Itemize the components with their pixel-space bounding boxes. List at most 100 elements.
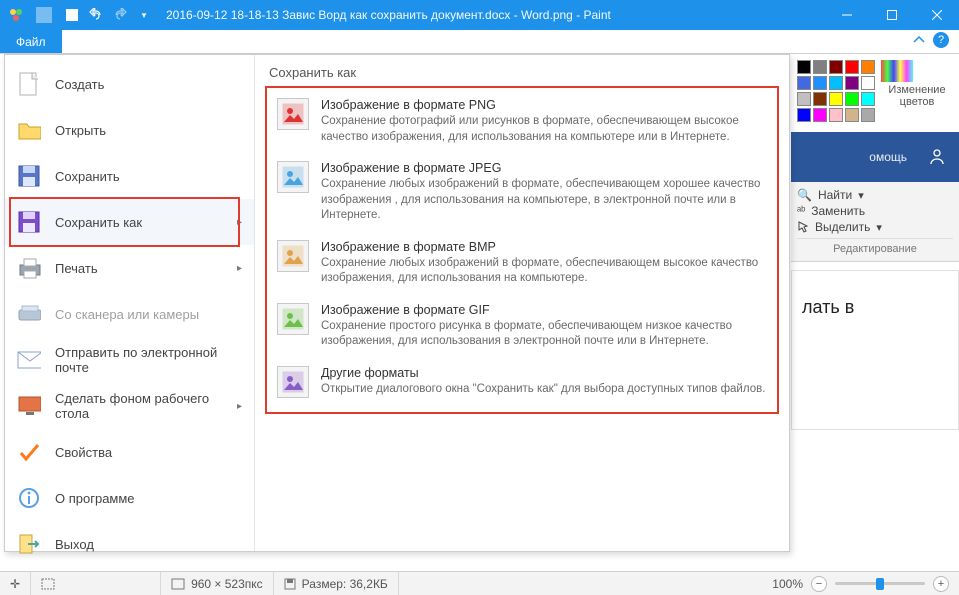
menu-print[interactable]: Печать ▸ xyxy=(5,245,254,291)
close-button[interactable] xyxy=(914,0,959,30)
format-thumb-icon xyxy=(277,98,309,130)
color-swatch[interactable] xyxy=(845,60,859,74)
color-swatch[interactable] xyxy=(813,108,827,122)
menu-save[interactable]: Сохранить xyxy=(5,153,254,199)
option-desc: Сохранение любых изображений в формате, … xyxy=(321,177,767,224)
saveas-jpeg[interactable]: Изображение в формате JPEGСохранение люб… xyxy=(273,155,771,234)
zoom-slider[interactable] xyxy=(835,582,925,585)
color-spectrum-icon xyxy=(881,60,913,82)
color-swatch[interactable] xyxy=(845,92,859,106)
color-swatch[interactable] xyxy=(797,60,811,74)
ribbon-tabstrip: Файл ? xyxy=(0,30,959,54)
floppy-icon xyxy=(17,164,41,188)
color-swatch[interactable] xyxy=(829,60,843,74)
dropdown-icon[interactable]: ▾ xyxy=(858,189,864,202)
menu-label: Открыть xyxy=(55,123,106,138)
edit-colors-button[interactable]: Изменение цветов xyxy=(881,60,953,108)
mail-icon xyxy=(17,348,41,372)
window-title: 2016-09-12 18-18-13 Завис Ворд как сохра… xyxy=(160,8,824,22)
menu-exit[interactable]: Выход xyxy=(5,521,254,567)
format-thumb-icon xyxy=(277,161,309,193)
color-swatch[interactable] xyxy=(861,60,875,74)
menu-open[interactable]: Открыть xyxy=(5,107,254,153)
qat-dropdown-icon[interactable]: ▾ xyxy=(136,7,152,23)
menu-label: Сохранить xyxy=(55,169,120,184)
zoom-in-button[interactable]: + xyxy=(933,576,949,592)
select-button[interactable]: Выделить ▾ xyxy=(797,220,953,234)
printer-icon xyxy=(17,256,41,280)
selection-icon xyxy=(41,578,55,590)
statusbar: ✛ 960 × 523пкс Размер: 36,2КБ 100% − + xyxy=(0,571,959,595)
backstage-sidebar: СоздатьОткрытьСохранитьСохранить как▸Печ… xyxy=(5,55,255,551)
scanner-icon xyxy=(17,302,41,326)
replace-button[interactable]: ᵃᵇ Заменить xyxy=(797,204,953,218)
option-desc: Сохранение любых изображений в формате, … xyxy=(321,256,767,287)
zoom-control[interactable]: 100% − + xyxy=(762,576,959,592)
menu-label: Создать xyxy=(55,77,104,92)
color-swatch[interactable] xyxy=(861,92,875,106)
paint-app-icon xyxy=(8,7,24,23)
color-swatch[interactable] xyxy=(813,76,827,90)
option-desc: Открытие диалогового окна "Сохранить как… xyxy=(321,382,765,398)
help-icon[interactable]: ? xyxy=(933,32,949,48)
color-swatch[interactable] xyxy=(829,108,843,122)
menu-wallpaper[interactable]: Сделать фоном рабочего стола▸ xyxy=(5,383,254,429)
menu-about[interactable]: О программе xyxy=(5,475,254,521)
menu-label: Печать xyxy=(55,261,98,276)
collapse-ribbon-icon[interactable] xyxy=(913,34,925,46)
redo-icon[interactable] xyxy=(112,7,128,23)
find-button[interactable]: 🔍 Найти ▾ xyxy=(797,188,953,202)
option-title: Изображение в формате PNG xyxy=(321,98,767,112)
minimize-button[interactable] xyxy=(824,0,869,30)
submenu-arrow-icon: ▸ xyxy=(237,217,242,228)
word-document-area: лать в xyxy=(791,270,959,430)
menu-saveas[interactable]: Сохранить как ▸ xyxy=(5,199,254,245)
submenu-heading: Сохранить как xyxy=(265,63,779,86)
menu-label: Сделать фоном рабочего стола xyxy=(55,391,223,421)
floppy-as-icon xyxy=(17,210,41,234)
color-swatch[interactable] xyxy=(797,76,811,90)
replace-icon: ᵃᵇ xyxy=(797,205,805,217)
color-swatch[interactable] xyxy=(797,108,811,122)
format-thumb-icon xyxy=(277,240,309,272)
dimensions-icon xyxy=(171,578,185,590)
undo-icon[interactable] xyxy=(88,7,104,23)
saveas-gif[interactable]: Изображение в формате GIF Сохранение прос… xyxy=(273,297,771,360)
menu-label: Сохранить как xyxy=(55,215,142,230)
saveas-other[interactable]: Другие форматыОткрытие диалогового окна … xyxy=(273,360,771,408)
share-icon[interactable] xyxy=(927,147,947,167)
menu-label: Отправить по электронной почте xyxy=(55,345,242,375)
color-swatch[interactable] xyxy=(861,108,875,122)
word-ribbon-band: омощь xyxy=(791,132,959,182)
exit-icon xyxy=(17,532,41,556)
info-icon xyxy=(17,486,41,510)
file-backstage-panel: СоздатьОткрытьСохранитьСохранить как▸Печ… xyxy=(4,54,790,552)
crosshair-icon: ✛ xyxy=(10,577,20,591)
menu-create[interactable]: Создать xyxy=(5,61,254,107)
saveas-bmp[interactable]: Изображение в формате BMPСохранение любы… xyxy=(273,234,771,297)
color-swatch[interactable] xyxy=(845,76,859,90)
color-swatch[interactable] xyxy=(861,76,875,90)
file-tab[interactable]: Файл xyxy=(0,30,62,53)
zoom-out-button[interactable]: − xyxy=(811,576,827,592)
color-swatch[interactable] xyxy=(829,92,843,106)
menu-email[interactable]: Отправить по электронной почте xyxy=(5,337,254,383)
color-swatch[interactable] xyxy=(813,60,827,74)
save-qat-icon[interactable] xyxy=(64,7,80,23)
color-swatch[interactable] xyxy=(813,92,827,106)
option-desc: Сохранение простого рисунка в формате, о… xyxy=(321,319,767,350)
menu-props[interactable]: Свойства xyxy=(5,429,254,475)
color-swatch[interactable] xyxy=(829,76,843,90)
folder-open-icon xyxy=(17,118,41,142)
maximize-button[interactable] xyxy=(869,0,914,30)
color-swatch[interactable] xyxy=(845,108,859,122)
option-title: Изображение в формате GIF xyxy=(321,303,767,317)
color-swatches[interactable] xyxy=(797,60,875,122)
color-swatch[interactable] xyxy=(797,92,811,106)
dropdown-icon[interactable]: ▾ xyxy=(876,221,882,234)
saveas-png[interactable]: Изображение в формате PNGСохранение фото… xyxy=(273,92,771,155)
cursor-position: ✛ xyxy=(0,572,31,595)
menu-label: Свойства xyxy=(55,445,112,460)
submenu-arrow-icon: ▸ xyxy=(237,263,242,274)
group-caption: Редактирование xyxy=(797,243,953,255)
